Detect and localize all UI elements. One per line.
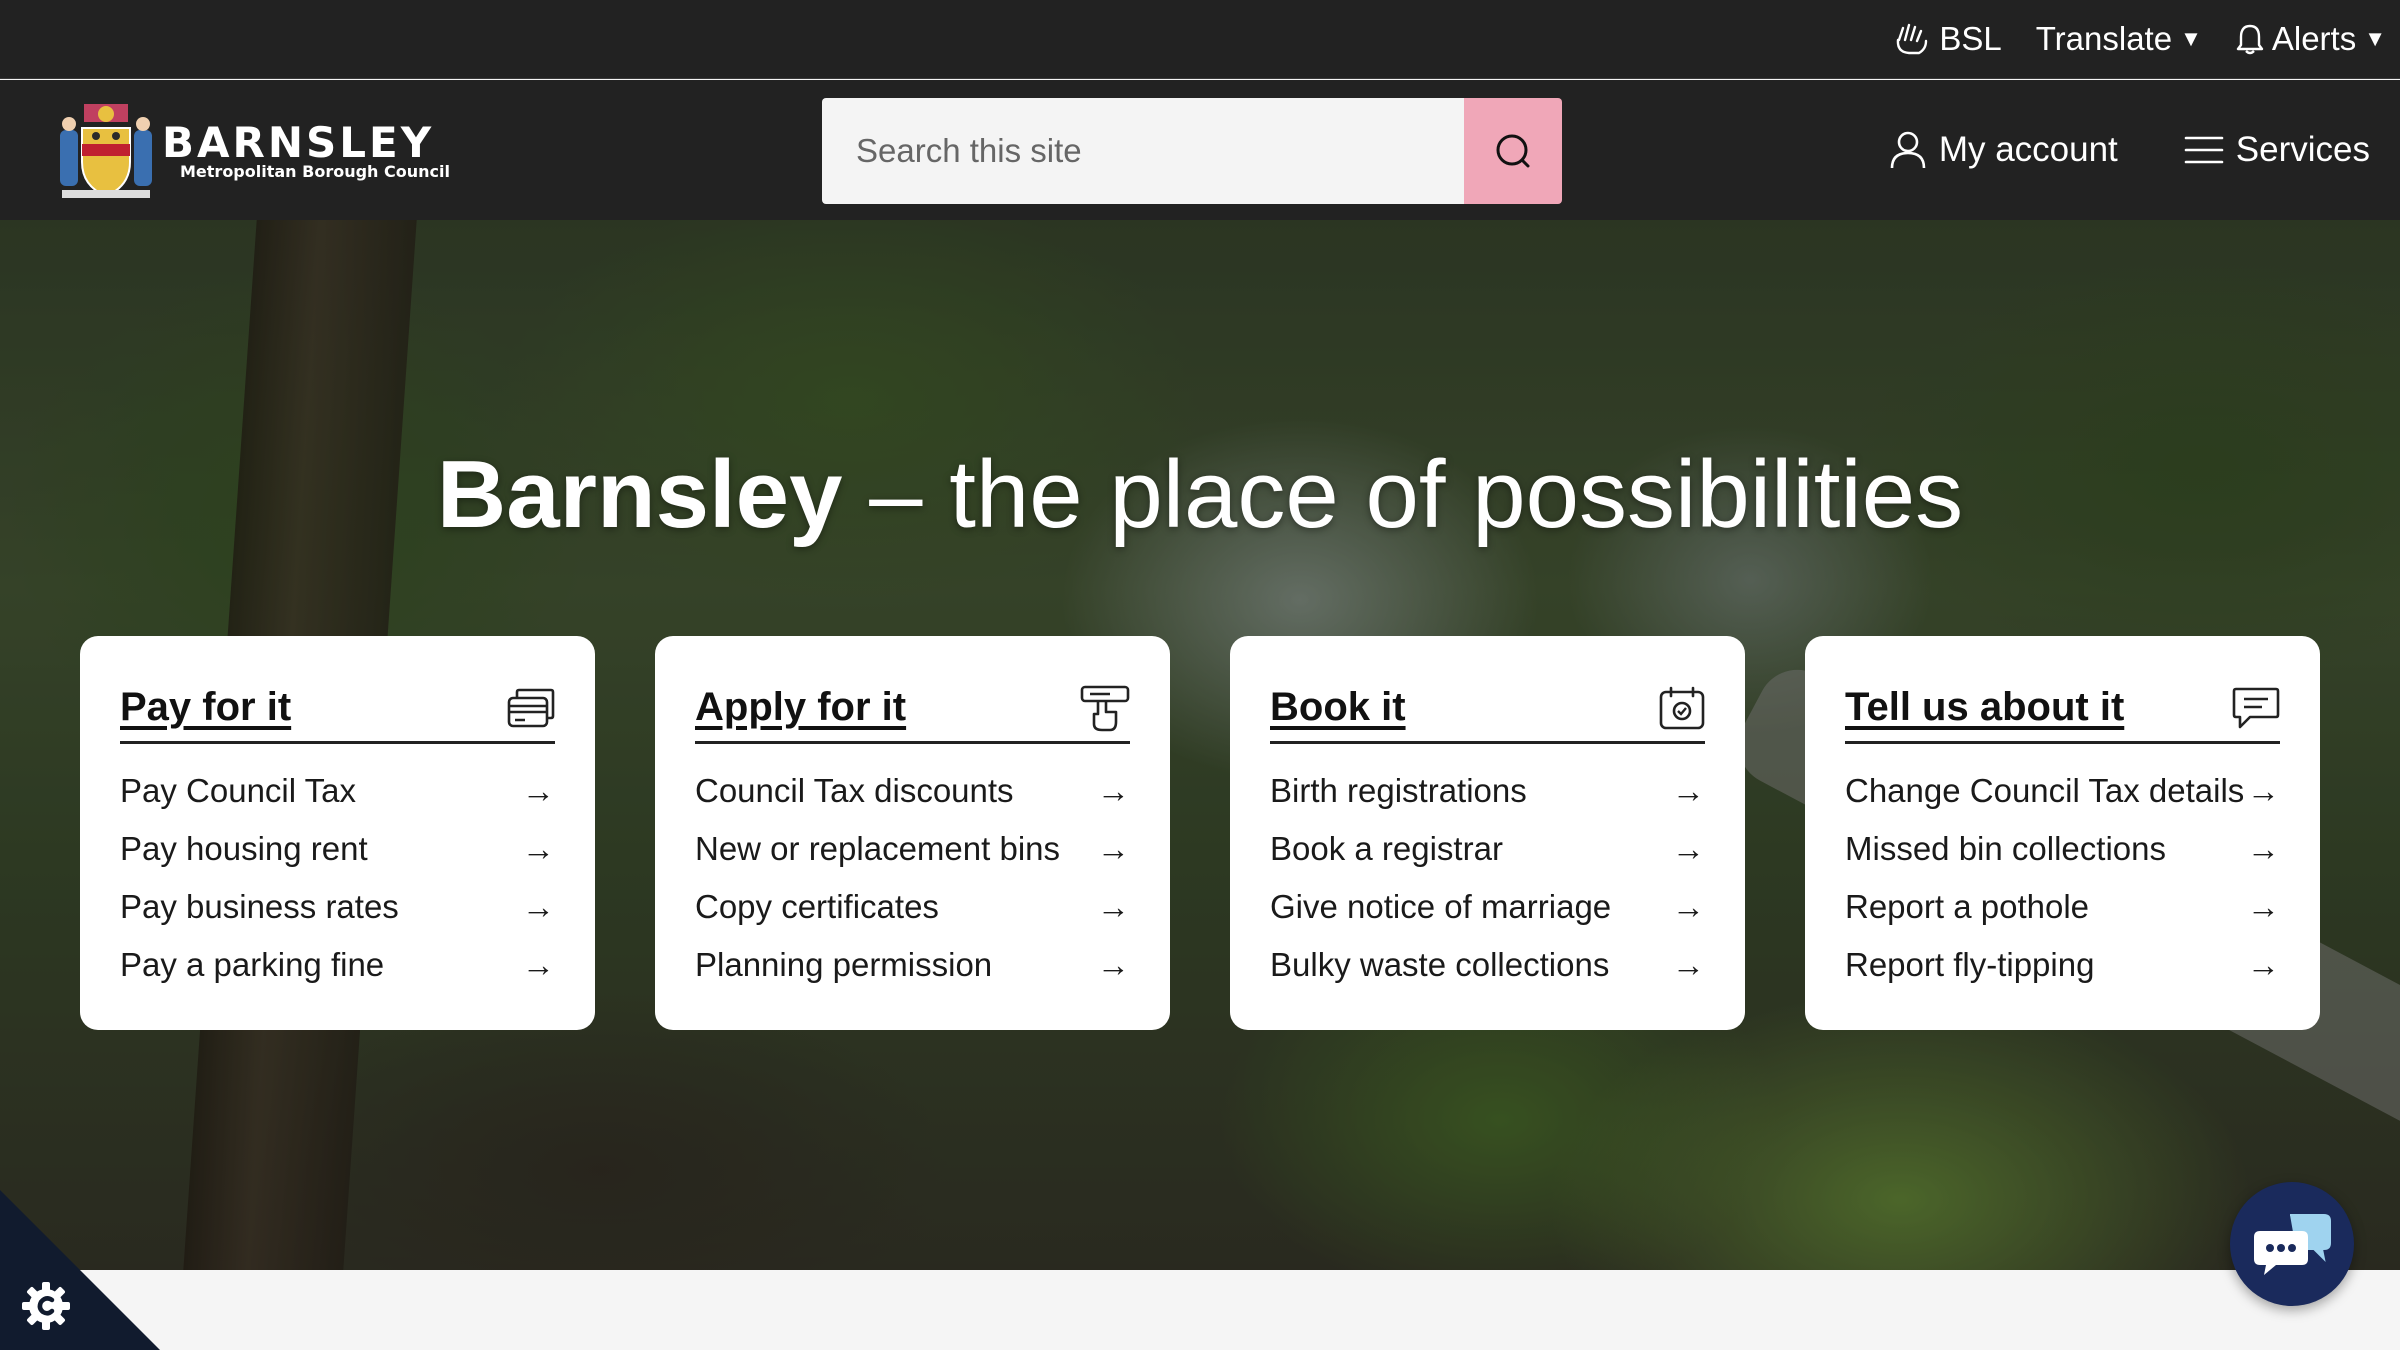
- list-item[interactable]: Council Tax discounts →: [695, 762, 1130, 820]
- form-hand-icon: [1080, 685, 1130, 731]
- search-icon: [1496, 134, 1530, 168]
- arrow-right-icon: →: [2247, 888, 2280, 925]
- page-content-start: [0, 1270, 2400, 1350]
- site-header: BARNSLEY Metropolitan Borough Council My…: [0, 80, 2400, 220]
- arrow-right-icon: →: [2247, 946, 2280, 983]
- arrow-right-icon: →: [2247, 772, 2280, 809]
- chat-bubbles-icon: [2254, 1214, 2331, 1275]
- alerts-dropdown[interactable]: Alerts ▼: [2236, 20, 2386, 58]
- calendar-check-icon: [1659, 686, 1705, 729]
- card-book-it: Book it Birth registrations → Book a regi…: [1230, 636, 1745, 1030]
- utility-bar: BSL Translate ▼ Alerts ▼: [0, 0, 2400, 79]
- bell-icon: [2236, 24, 2264, 55]
- list-item[interactable]: Book a registrar →: [1270, 820, 1705, 878]
- card-tell-us-about-it: Tell us about it Change Council Tax deta…: [1805, 636, 2320, 1030]
- arrow-right-icon: →: [522, 772, 555, 809]
- arrow-right-icon: →: [522, 946, 555, 983]
- search-button[interactable]: [1464, 98, 1562, 204]
- hero-title-strong: Barnsley: [436, 441, 843, 548]
- arrow-right-icon: →: [1672, 888, 1705, 925]
- arrow-right-icon: →: [1672, 772, 1705, 809]
- arrow-right-icon: →: [1672, 946, 1705, 983]
- list-item[interactable]: Bulky waste collections →: [1270, 936, 1705, 994]
- list-item[interactable]: Pay a parking fine →: [120, 936, 555, 994]
- arrow-right-icon: →: [1672, 830, 1705, 867]
- list-item[interactable]: Pay Council Tax →: [120, 762, 555, 820]
- arrow-right-icon: →: [1097, 830, 1130, 867]
- cookie-gear-icon: [22, 1282, 70, 1330]
- coat-of-arms-icon: [60, 104, 152, 198]
- list-item[interactable]: Change Council Tax details →: [1845, 762, 2280, 820]
- list-item[interactable]: Copy certificates →: [695, 878, 1130, 936]
- search-input[interactable]: [822, 98, 1464, 204]
- arrow-right-icon: →: [522, 830, 555, 867]
- alerts-label: Alerts: [2271, 20, 2357, 57]
- card-title[interactable]: Pay for it: [120, 685, 291, 730]
- card-title[interactable]: Book it: [1270, 685, 1406, 730]
- my-account-link[interactable]: My account: [1889, 130, 2118, 170]
- translate-dropdown[interactable]: Translate ▼: [2036, 20, 2202, 58]
- card-title[interactable]: Apply for it: [695, 685, 906, 730]
- logo-title: BARNSLEY: [162, 118, 435, 167]
- list-item[interactable]: Give notice of marriage →: [1270, 878, 1705, 936]
- card-apply-for-it: Apply for it Council Tax discounts → New …: [655, 636, 1170, 1030]
- user-icon: [1890, 131, 1926, 169]
- hero-title: Barnsley – the place of possibilities: [0, 440, 2400, 550]
- list-item[interactable]: Planning permission →: [695, 936, 1130, 994]
- caret-down-icon: ▼: [2364, 26, 2386, 51]
- sign-language-icon: [1897, 23, 1928, 55]
- bsl-label: BSL: [1939, 20, 2002, 57]
- my-account-label: My account: [1938, 130, 2118, 169]
- services-menu-button[interactable]: Services: [2184, 130, 2370, 170]
- list-item[interactable]: Pay housing rent →: [120, 820, 555, 878]
- arrow-right-icon: →: [2247, 830, 2280, 867]
- translate-label: Translate: [2035, 20, 2173, 57]
- arrow-right-icon: →: [1097, 772, 1130, 809]
- list-item[interactable]: Missed bin collections →: [1845, 820, 2280, 878]
- speech-bubble-icon: [2232, 687, 2280, 728]
- arrow-right-icon: →: [522, 888, 555, 925]
- list-item[interactable]: New or replacement bins →: [695, 820, 1130, 878]
- card-payment-icon: [507, 688, 555, 727]
- chat-button[interactable]: [2230, 1182, 2354, 1306]
- bsl-link[interactable]: BSL: [1893, 20, 2002, 58]
- hamburger-menu-icon: [2184, 136, 2224, 164]
- caret-down-icon: ▼: [2180, 26, 2202, 51]
- logo-subtitle: Metropolitan Borough Council: [180, 162, 450, 181]
- list-item[interactable]: Birth registrations →: [1270, 762, 1705, 820]
- search-form: [822, 98, 1562, 204]
- list-item[interactable]: Report fly-tipping →: [1845, 936, 2280, 994]
- header-nav: My account Services: [1823, 80, 2370, 220]
- list-item[interactable]: Pay business rates →: [120, 878, 555, 936]
- arrow-right-icon: →: [1097, 888, 1130, 925]
- card-pay-for-it: Pay for it Pay Council Tax → Pay housing …: [80, 636, 595, 1030]
- services-label: Services: [2235, 130, 2370, 169]
- list-item[interactable]: Report a pothole →: [1845, 878, 2280, 936]
- arrow-right-icon: →: [1097, 946, 1130, 983]
- card-title[interactable]: Tell us about it: [1845, 685, 2124, 730]
- barnsley-logo[interactable]: BARNSLEY Metropolitan Borough Council: [54, 100, 464, 204]
- hero-title-light: – the place of possibilities: [842, 441, 1964, 548]
